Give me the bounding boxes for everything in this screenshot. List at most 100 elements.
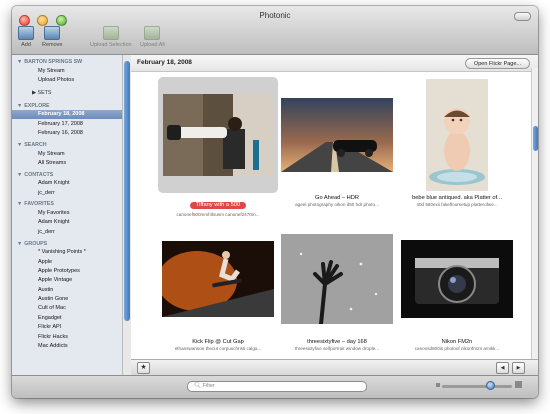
upload-all-button[interactable]: Upload All <box>140 26 165 48</box>
photo-browser-scrollbar[interactable] <box>531 68 538 360</box>
photo-tags: ethanswanson thecut corpuschristi calga.… <box>174 346 262 351</box>
photo-tags: ageel photography nikon d50 hdr photo... <box>295 202 379 207</box>
sidebar-item-group[interactable]: Austin <box>12 285 122 294</box>
photo-thumbnail <box>163 94 273 176</box>
sidebar-item-group[interactable]: * Vanishing Points * <box>12 248 122 257</box>
photo-cell[interactable]: Nikon FM2n canonsd800is photoof nikonfm2… <box>397 221 517 351</box>
sidebar-item-contact[interactable]: jc_derr <box>12 188 122 197</box>
disclosure-triangle-icon: ▼ <box>17 102 23 109</box>
filter-placeholder: Filter <box>202 383 215 389</box>
sidebar-item-group[interactable]: Austin Gone <box>12 294 122 303</box>
sidebar-item-search-all-streams[interactable]: All Streams <box>12 158 122 167</box>
photo-tags: canonef500mmf4lsusm canonef2470m... <box>176 212 260 217</box>
sidebar-item-feb-16[interactable]: February 16, 2008 <box>12 129 122 138</box>
toolbar-toggle-button[interactable] <box>514 12 531 21</box>
disclosure-triangle-icon: ▼ <box>17 201 23 208</box>
disclosure-triangle-icon: ▼ <box>17 240 23 247</box>
status-bar: 🔍︎ Filter <box>12 375 538 398</box>
photo-browser-scroll-thumb[interactable] <box>533 126 538 151</box>
photo-frame <box>397 77 517 193</box>
photo-cell[interactable]: threesixtyfive – day 168 threesixtyfive … <box>277 221 397 351</box>
search-icon: 🔍︎ <box>194 383 201 389</box>
photo-title: threesixtyfive – day 168 <box>307 339 367 345</box>
photo-thumbnail <box>426 79 488 191</box>
upload-selection-icon <box>102 26 119 40</box>
photo-cell[interactable]: Kick Flip @ Cut Gap ethanswanson thecut … <box>158 221 278 351</box>
window-title: Photonic <box>259 11 291 20</box>
sidebar-item-group[interactable]: Cult of Mac <box>12 304 122 313</box>
sidebar-heading-favorites[interactable]: ▼ FAVORITES <box>12 197 122 208</box>
remove-label: Remove <box>42 42 63 48</box>
sidebar-heading-search[interactable]: ▼ SEARCH <box>12 138 122 149</box>
upload-all-label: Upload All <box>140 42 165 48</box>
photo-thumbnail <box>401 240 513 318</box>
photo-title: Tiffany with a 500 <box>189 201 247 209</box>
photo-thumbnail <box>281 98 393 172</box>
date-title: February 18, 2008 <box>137 59 192 66</box>
remove-button[interactable]: Remove <box>42 26 62 48</box>
sidebar-item-favorite[interactable]: My Favorites <box>12 208 122 217</box>
photo-frame <box>277 77 397 193</box>
remove-icon <box>44 26 61 40</box>
photo-frame <box>158 221 278 337</box>
sidebar-heading-account[interactable]: ▼ BARTON SPRINGS SW <box>12 55 122 66</box>
sidebar-item-group[interactable]: Apple <box>12 257 122 266</box>
previous-button[interactable]: ◀ <box>496 362 509 374</box>
sidebar-item-group[interactable]: Mac Addicts <box>12 341 122 350</box>
large-size-icon <box>515 381 522 388</box>
sidebar-heading-contacts[interactable]: ▼ CONTACTS <box>12 168 122 179</box>
date-header: February 18, 2008 Open Flickr Page... <box>131 55 538 72</box>
sidebar-item-favorite[interactable]: jc_derr <box>12 227 122 236</box>
photo-browser: February 18, 2008 Open Flickr Page... Ti… <box>131 55 538 359</box>
photo-frame <box>277 221 397 337</box>
sidebar-heading-groups[interactable]: ▼ GROUPS <box>12 237 122 248</box>
photo-tags: 40d 580exii fakefloorsetup platterofwe..… <box>416 202 498 207</box>
add-label: Add <box>21 42 31 48</box>
sidebar-item-group[interactable]: Flickr Hacks <box>12 332 122 341</box>
photo-tags: canonsd800is photoof nikonfm2n amikk... <box>414 346 500 351</box>
favorite-star-button[interactable]: ★ <box>137 362 150 374</box>
upload-selection-button[interactable]: Upload Selection <box>90 26 132 48</box>
next-button[interactable]: ▶ <box>512 362 525 374</box>
add-button[interactable]: Add <box>18 26 34 48</box>
photo-title: Go Ahead – HDR <box>315 195 359 201</box>
photo-cell[interactable]: Tiffany with a 500 canonef500mmf4lsusm c… <box>158 77 278 217</box>
sidebar-item-group[interactable]: Flickr API <box>12 323 122 332</box>
sidebar-item-contact[interactable]: Adam Knight <box>12 179 122 188</box>
photo-cell[interactable]: bebe blue antiqued. aka Platter of... 40… <box>397 77 517 207</box>
disclosure-triangle-icon: ▼ <box>17 171 23 178</box>
photo-frame <box>397 221 517 337</box>
sidebar-item-group[interactable]: Engadget <box>12 313 122 322</box>
photo-cell[interactable]: Go Ahead – HDR ageel photography nikon d… <box>277 77 397 207</box>
add-icon <box>18 26 34 40</box>
sidebar-item-upload-photos[interactable]: Upload Photos <box>12 75 122 84</box>
disclosure-triangle-icon: ▼ <box>17 141 23 148</box>
photo-title: bebe blue antiqued. aka Platter of... <box>412 195 502 201</box>
photo-title: Nikon FM2n <box>441 339 473 345</box>
sidebar-item-search-my-stream[interactable]: My Stream <box>12 149 122 158</box>
sidebar-item-favorite[interactable]: Adam Knight <box>12 218 122 227</box>
filter-field[interactable]: 🔍︎ Filter <box>187 381 367 392</box>
title-bar: Photonic Add Remove Upload Selection Upl… <box>12 6 538 55</box>
sidebar-item-feb-18[interactable]: February 18, 2008 <box>12 109 122 120</box>
sidebar-item-group[interactable]: Apple Vintage <box>12 276 122 285</box>
thumbnail-size-slider[interactable] <box>442 385 512 388</box>
small-size-icon <box>436 383 440 387</box>
open-flickr-page-button[interactable]: Open Flickr Page... <box>464 58 530 69</box>
photo-tags: threesixtyfive selfportrait window dropl… <box>295 346 379 351</box>
photo-frame <box>158 77 278 193</box>
sidebar-scroll-thumb[interactable] <box>124 61 130 321</box>
sidebar-scrollbar[interactable] <box>122 55 131 375</box>
sidebar-heading-explore[interactable]: ▼ EXPLORE <box>12 99 122 110</box>
photo-title: Kick Flip @ Cut Gap <box>192 339 244 345</box>
sidebar-item-my-stream[interactable]: My Stream <box>12 66 122 75</box>
browser-bottom-bar <box>131 359 538 376</box>
upload-all-icon <box>144 26 161 40</box>
photonic-window: Photonic Add Remove Upload Selection Upl… <box>12 6 538 398</box>
sidebar-item-feb-17[interactable]: February 17, 2008 <box>12 119 122 128</box>
sidebar-item-sets[interactable]: ▶ SETS <box>12 85 122 99</box>
thumbnail-size-slider-knob[interactable] <box>486 381 495 390</box>
photo-thumbnail <box>162 241 274 317</box>
photo-thumbnail <box>281 234 393 324</box>
sidebar-item-group[interactable]: Apple Prototypes <box>12 266 122 275</box>
